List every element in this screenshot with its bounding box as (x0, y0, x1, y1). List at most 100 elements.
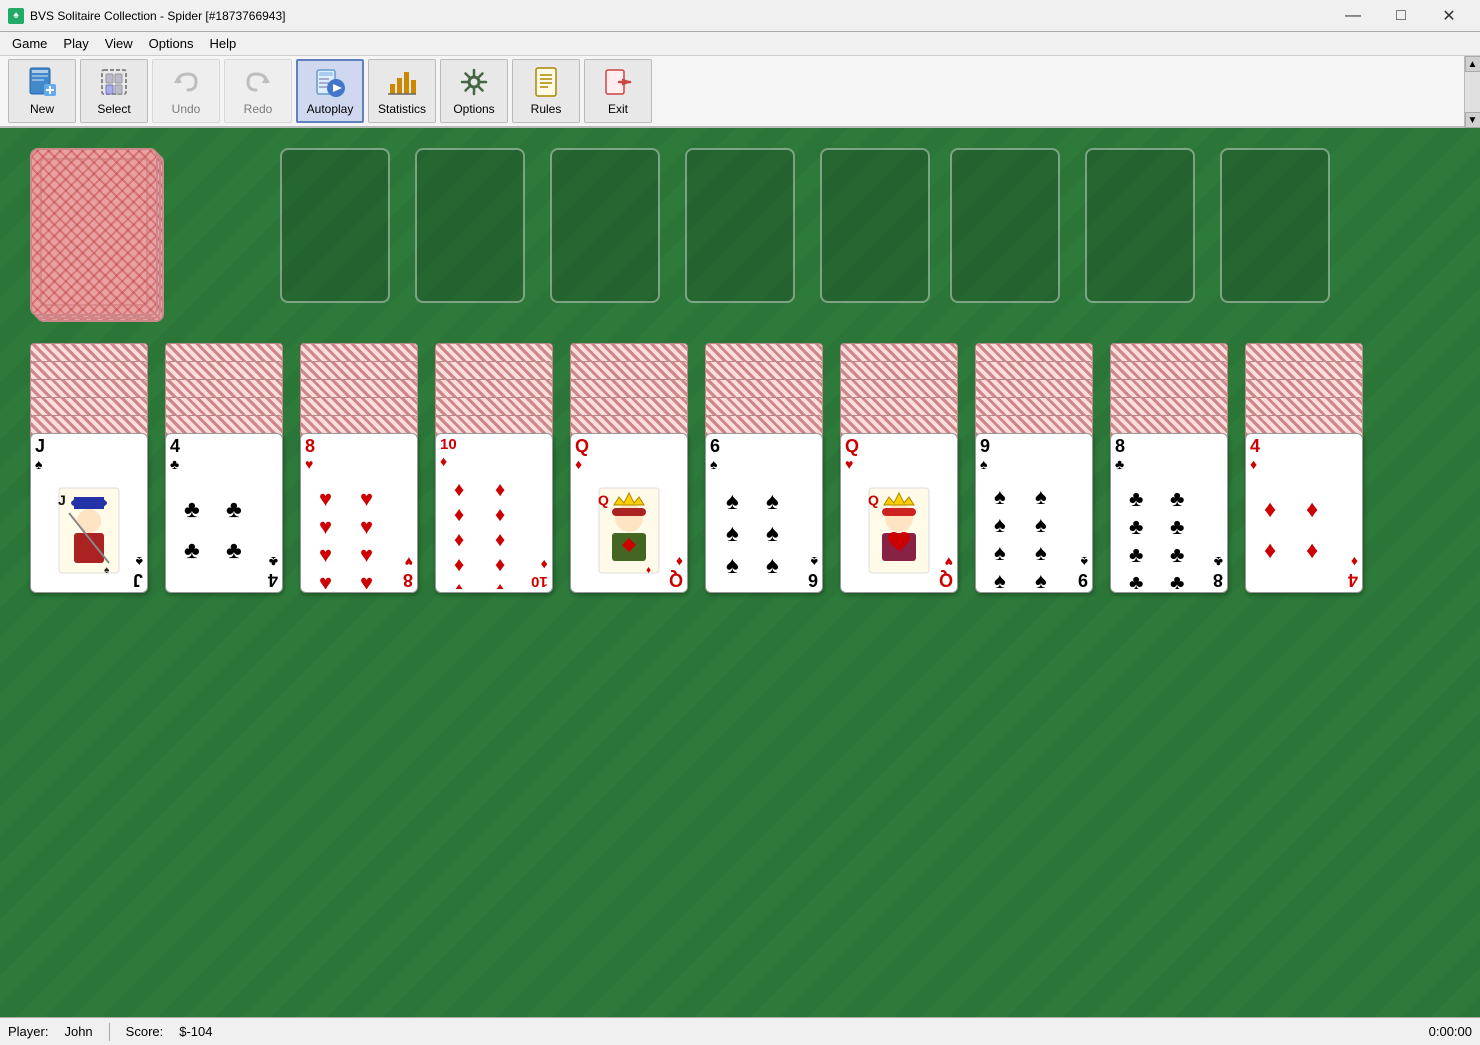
select-button[interactable]: Select (80, 59, 148, 123)
new-icon (26, 66, 58, 98)
score-label: Score: (126, 1024, 164, 1039)
card-4-clubs[interactable]: 4♣ ♣♣ ♣♣ 4♣ (165, 433, 283, 593)
statistics-button[interactable]: Statistics (368, 59, 436, 123)
svg-text:Q: Q (598, 492, 609, 508)
foundation-slot-6[interactable] (950, 148, 1060, 303)
card-10-diamonds[interactable]: 10♦ ♦♦ ♦♦ ♦♦ ♦♦ ♦♦ 10♦ (435, 433, 553, 593)
facedown-stack-0 (30, 343, 148, 433)
foundation-slot-7[interactable] (1085, 148, 1195, 303)
card-rank-br: 8♣ (1213, 554, 1223, 589)
foundation-slot-4[interactable] (685, 148, 795, 303)
rules-icon (530, 66, 562, 98)
card-pips: ♥♥ ♥♥ ♥♥ ♥♥ (305, 472, 413, 589)
toolbar: New Select Undo (0, 56, 1480, 128)
menu-options[interactable]: Options (141, 34, 202, 53)
card-rank-br: 4♦ (1348, 554, 1358, 589)
svg-text:♦: ♦ (646, 565, 651, 576)
facedown-stack-6 (840, 343, 958, 433)
card-q-hearts[interactable]: Q♥ Q Q♥ (840, 433, 958, 593)
close-button[interactable]: ✕ (1426, 0, 1472, 32)
svg-text:Q: Q (868, 492, 879, 508)
foundation-slot-8[interactable] (1220, 148, 1330, 303)
scroll-up[interactable]: ▲ (1465, 56, 1480, 72)
window-title: BVS Solitaire Collection - Spider [#1873… (30, 9, 1330, 23)
statusbar: Player: John Score: $-104 0:00:00 (0, 1017, 1480, 1045)
card-8-hearts[interactable]: 8♥ ♥♥ ♥♥ ♥♥ ♥♥ 8♥ (300, 433, 418, 593)
scroll-down[interactable]: ▼ (1465, 112, 1480, 128)
menu-game[interactable]: Game (4, 34, 55, 53)
card-rank-br: Q♥ (939, 554, 953, 589)
card-4-diamonds[interactable]: 4♦ ♦♦ ♦♦ 4♦ (1245, 433, 1363, 593)
exit-icon (602, 66, 634, 98)
menu-view[interactable]: View (97, 34, 141, 53)
new-button[interactable]: New (8, 59, 76, 123)
card-pips: ♣♣ ♣♣ (170, 472, 278, 589)
player-label: Player: (8, 1024, 48, 1039)
menu-help[interactable]: Help (201, 34, 244, 53)
undo-button[interactable]: Undo (152, 59, 220, 123)
menu-play[interactable]: Play (55, 34, 96, 53)
autoplay-icon (314, 66, 346, 98)
minimize-button[interactable]: — (1330, 0, 1376, 32)
svg-text:J: J (58, 492, 66, 508)
foundation-slot-1[interactable] (280, 148, 390, 303)
game-area[interactable]: J♠ ♠ J (0, 128, 1480, 1017)
card-rank-br: Q♦ (669, 554, 683, 589)
card-rank-tl: J♠ (35, 437, 143, 472)
card-rank-tl: 4♣ (170, 437, 278, 472)
facedown-stack-4 (570, 343, 688, 433)
redo-label: Redo (244, 102, 273, 116)
card-rank-tl: 8♥ (305, 437, 413, 472)
options-button[interactable]: Options (440, 59, 508, 123)
card-q-diamonds[interactable]: Q♦ Q ♦ Q♦ (570, 433, 688, 593)
facedown-stack-5 (705, 343, 823, 433)
card-rank-tl: 4♦ (1250, 437, 1358, 472)
redo-icon (242, 66, 274, 98)
exit-button[interactable]: Exit (584, 59, 652, 123)
undo-label: Undo (172, 102, 201, 116)
card-6-spades[interactable]: 6♠ ♠♠ ♠♠ ♠♠ 6♠ (705, 433, 823, 593)
rules-button[interactable]: Rules (512, 59, 580, 123)
card-pips: ♠♠ ♠♠ ♠♠ (710, 472, 818, 589)
app-icon: ♠ (8, 8, 24, 24)
card-rank-tl: 9♠ (980, 437, 1088, 472)
score-value: $-104 (179, 1024, 212, 1039)
toolbar-scrollbar[interactable]: ▲ ▼ (1464, 56, 1480, 128)
card-rank-tl: Q♦ (575, 437, 683, 472)
card-pips: ♦♦ ♦♦ (1250, 472, 1358, 589)
card-pips: ♣♣ ♣♣ ♣♣ ♣♣ (1115, 472, 1223, 589)
undo-icon (170, 66, 202, 98)
card-9-spades[interactable]: 9♠ ♠♠ ♠♠ ♠♠ ♠♠ ♠ 9♠ (975, 433, 1093, 593)
options-label: Options (453, 102, 494, 116)
autoplay-button[interactable]: Autoplay (296, 59, 364, 123)
card-face-art: Q ♦ (575, 472, 683, 589)
card-rank-tl: 6♠ (710, 437, 818, 472)
card-rank-br: 9♠ (1078, 554, 1088, 589)
card-rank-br: 10♦ (531, 557, 548, 589)
select-icon (98, 66, 130, 98)
titlebar: ♠ BVS Solitaire Collection - Spider [#18… (0, 0, 1480, 32)
facedown-stack-7 (975, 343, 1093, 433)
stock-pile[interactable] (30, 148, 160, 318)
facedown-stack-3 (435, 343, 553, 433)
card-rank-tl: 10♦ (440, 437, 548, 469)
card-j-spades[interactable]: J♠ ♠ J (30, 433, 148, 593)
card-8-clubs[interactable]: 8♣ ♣♣ ♣♣ ♣♣ ♣♣ 8♣ (1110, 433, 1228, 593)
card-face-art: Q (845, 472, 953, 589)
foundation-slot-5[interactable] (820, 148, 930, 303)
card-pips: ♠♠ ♠♠ ♠♠ ♠♠ ♠ (980, 472, 1088, 589)
player-name: John (64, 1024, 92, 1039)
card-rank-br: J♠ (133, 554, 143, 589)
foundation-slot-2[interactable] (415, 148, 525, 303)
card-rank-br: 4♣ (268, 554, 278, 589)
foundation-slot-3[interactable] (550, 148, 660, 303)
menubar: Game Play View Options Help (0, 32, 1480, 56)
redo-button[interactable]: Redo (224, 59, 292, 123)
status-separator-1 (109, 1023, 110, 1041)
card-rank-br: 6♠ (808, 554, 818, 589)
maximize-button[interactable]: □ (1378, 0, 1424, 32)
rules-label: Rules (531, 102, 562, 116)
facedown-stack-2 (300, 343, 418, 433)
game-timer: 0:00:00 (1429, 1024, 1472, 1039)
new-label: New (30, 102, 54, 116)
